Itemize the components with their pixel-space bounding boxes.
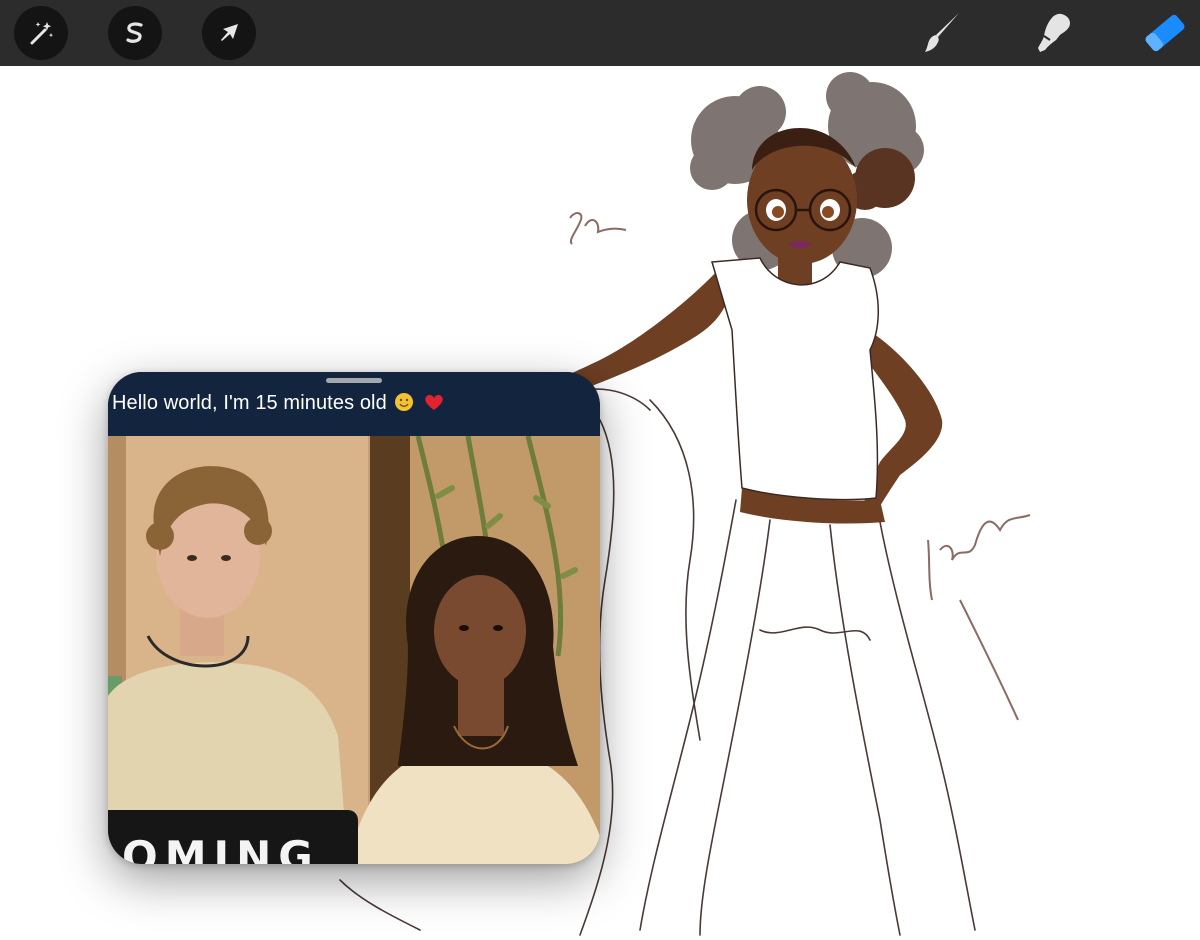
crop-top [711, 257, 879, 501]
smudge-tool-button[interactable] [1028, 8, 1078, 58]
arrow-cursor-icon [221, 24, 238, 41]
app-toolbar [0, 0, 1200, 66]
video-caption: Hello world, I'm 15 minutes old [112, 392, 387, 414]
signature-small [569, 212, 627, 245]
brush-icon [925, 13, 959, 52]
magic-wand-icon [30, 22, 54, 45]
transform-button[interactable] [202, 6, 256, 60]
video-frame [108, 436, 600, 864]
pip-video-window[interactable]: Hello world, I'm 15 minutes old OMING [108, 372, 600, 864]
signature-large [927, 514, 1031, 721]
selection-button[interactable] [108, 6, 162, 60]
selection-s-icon [126, 22, 143, 43]
smiling-face-emoji [395, 393, 414, 411]
adjustments-button[interactable] [14, 6, 68, 60]
brush-tool-button[interactable] [918, 8, 968, 58]
eraser-icon [1145, 14, 1185, 52]
pip-drag-handle[interactable] [326, 378, 382, 383]
smudge-icon [1038, 13, 1070, 53]
banner-text: OMING [122, 832, 320, 864]
title-banner: OMING [108, 810, 358, 864]
eraser-tool-button[interactable] [1140, 8, 1190, 58]
caption-line: Hello world, I'm 15 minutes old [112, 392, 446, 415]
red-heart-emoji [425, 394, 443, 410]
